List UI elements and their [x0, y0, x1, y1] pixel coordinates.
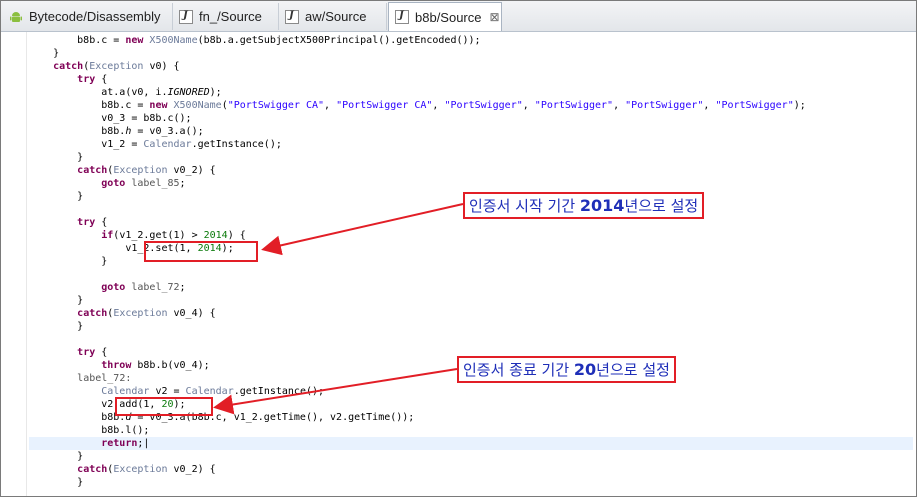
annotation-start-period: 인증서 시작 기간 2014년으로 설정 [463, 192, 705, 219]
editor-window: Bytecode/Disassembly fn_/Source aw/Sourc… [0, 0, 917, 497]
annotation-arrows [213, 203, 464, 415]
annotation-end-period: 인증서 종료 기간 20년으로 설정 [457, 356, 676, 383]
